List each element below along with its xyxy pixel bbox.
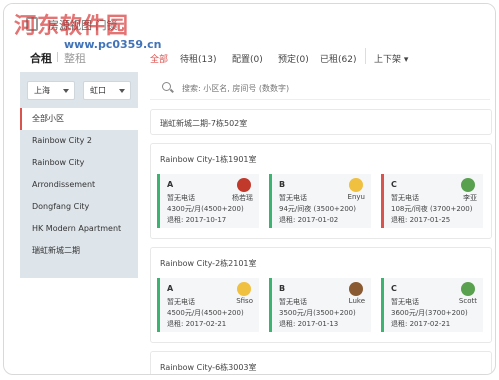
lease-date: 退租: 2017-01-25 — [391, 216, 451, 224]
sidebar-item-ruihong[interactable]: 瑞虹新城二期 — [20, 240, 138, 262]
chevron-down-icon — [119, 89, 125, 93]
app-window: 房源视图 门锁 河东软件园 www.pc0359.cn 合租 整租 全部 待租(… — [3, 3, 496, 375]
lease-date: 退租: 2017-01-13 — [279, 320, 339, 328]
phone-text: 暂无电话 — [391, 298, 419, 306]
filter-all[interactable]: 全部 — [150, 52, 168, 65]
tenant-name: Scott — [458, 297, 477, 305]
phone-text: 暂无电话 — [167, 194, 195, 202]
room-block: Rainbow City-1栋1901室 A 杨若瑶 暂无电话 4300元/月(… — [150, 143, 492, 239]
price-text: 94元/间夜 (3500+200) — [279, 205, 356, 213]
price-text: 108元/间夜 (3700+200) — [391, 205, 473, 213]
avatar — [349, 282, 363, 296]
tenant-name: Luke — [348, 297, 365, 305]
lease-date: 退租: 2017-01-02 — [279, 216, 339, 224]
community-title: 瑞虹新城二期-7栋502室 — [160, 119, 248, 128]
tab-whole-rent[interactable]: 整租 — [64, 50, 86, 66]
divider — [365, 48, 366, 64]
sidebar-item-hk-modern[interactable]: HK Modern Apartment — [20, 218, 138, 240]
tab-shared-rent[interactable]: 合租 — [30, 50, 52, 66]
room-title: Rainbow City-2栋2101室 — [160, 259, 257, 268]
chevron-down-icon — [63, 89, 69, 93]
avatar — [237, 282, 251, 296]
card-label: A — [167, 284, 174, 293]
filter-rented[interactable]: 已租(62) — [320, 52, 356, 65]
phone-text: 暂无电话 — [391, 194, 419, 202]
phone-text: 暂无电话 — [279, 298, 307, 306]
price-text: 3600元/月(3700+200) — [391, 309, 468, 317]
avatar — [461, 282, 475, 296]
sub-navigation: 合租 整租 全部 待租(13) 配置(0) 预定(0) 已租(62) 上下架 ▾ — [4, 48, 495, 70]
room-card[interactable]: A 杨若瑶 暂无电话 4300元/月(4500+200) 退租: 2017-10… — [157, 174, 259, 228]
room-title: Rainbow City-1栋1901室 — [160, 155, 257, 164]
room-card[interactable]: A Sfiso 暂无电话 4500元/月(4500+200) 退租: 2017-… — [157, 278, 259, 332]
city-select[interactable]: 上海 — [27, 81, 75, 100]
sidebar: 上海 虹口 全部小区 Rainbow City 2 Rainbow City A… — [20, 72, 138, 278]
tenant-name: 李亚 — [463, 194, 477, 202]
room-block: Rainbow City-2栋2101室 A Sfiso 暂无电话 4500元/… — [150, 247, 492, 343]
room-card[interactable]: C 李亚 暂无电话 108元/间夜 (3700+200) 退租: 2017-01… — [381, 174, 483, 228]
room-card[interactable]: B Luke 暂无电话 3500元/月(3500+200) 退租: 2017-0… — [269, 278, 371, 332]
filter-to-rent[interactable]: 待租(13) — [180, 52, 216, 65]
search-input[interactable] — [182, 80, 462, 96]
search-bar — [150, 76, 490, 100]
sort-dropdown[interactable]: 上下架 ▾ — [374, 52, 408, 65]
avatar — [349, 178, 363, 192]
sidebar-item-arrondissement[interactable]: Arrondissement — [20, 174, 138, 196]
room-title: Rainbow City-6栋3003室 — [160, 363, 257, 372]
sidebar-item-dongfang-city[interactable]: Dongfang City — [20, 196, 138, 218]
room-card[interactable]: B Enyu 暂无电话 94元/间夜 (3500+200) 退租: 2017-0… — [269, 174, 371, 228]
price-text: 4300元/月(4500+200) — [167, 205, 244, 213]
phone-text: 暂无电话 — [167, 298, 195, 306]
card-label: C — [391, 180, 397, 189]
avatar — [461, 178, 475, 192]
lease-date: 退租: 2017-02-21 — [391, 320, 451, 328]
phone-text: 暂无电话 — [279, 194, 307, 202]
divider — [57, 52, 58, 62]
room-block: Rainbow City-6栋3003室 — [150, 351, 492, 374]
card-label: A — [167, 180, 174, 189]
card-label: C — [391, 284, 397, 293]
card-label: B — [279, 284, 286, 293]
lease-date: 退租: 2017-10-17 — [167, 216, 227, 224]
tenant-name: Sfiso — [236, 297, 253, 305]
sidebar-item-all[interactable]: 全部小区 — [20, 108, 138, 130]
search-icon — [162, 82, 171, 91]
community-header[interactable]: 瑞虹新城二期-7栋502室 — [150, 109, 492, 135]
price-text: 4500元/月(4500+200) — [167, 309, 244, 317]
sidebar-item-rainbow-city-2[interactable]: Rainbow City 2 — [20, 130, 138, 152]
filter-config[interactable]: 配置(0) — [232, 52, 263, 65]
room-card[interactable]: C Scott 暂无电话 3600元/月(3700+200) 退租: 2017-… — [381, 278, 483, 332]
sidebar-item-rainbow-city[interactable]: Rainbow City — [20, 152, 138, 174]
card-label: B — [279, 180, 286, 189]
lease-date: 退租: 2017-02-21 — [167, 320, 227, 328]
sort-label: 上下架 — [374, 55, 402, 65]
main-content: 瑞虹新城二期-7栋502室 Rainbow City-1栋1901室 A 杨若瑶… — [146, 72, 495, 374]
filter-reserved[interactable]: 预定(0) — [278, 52, 309, 65]
avatar — [237, 178, 251, 192]
district-value: 虹口 — [90, 86, 106, 95]
tenant-name: Enyu — [347, 193, 365, 201]
tenant-name: 杨若瑶 — [232, 194, 253, 202]
watermark-logo: 河东软件园 — [14, 13, 130, 39]
price-text: 3500元/月(3500+200) — [279, 309, 356, 317]
district-select[interactable]: 虹口 — [83, 81, 131, 100]
city-value: 上海 — [34, 86, 50, 95]
